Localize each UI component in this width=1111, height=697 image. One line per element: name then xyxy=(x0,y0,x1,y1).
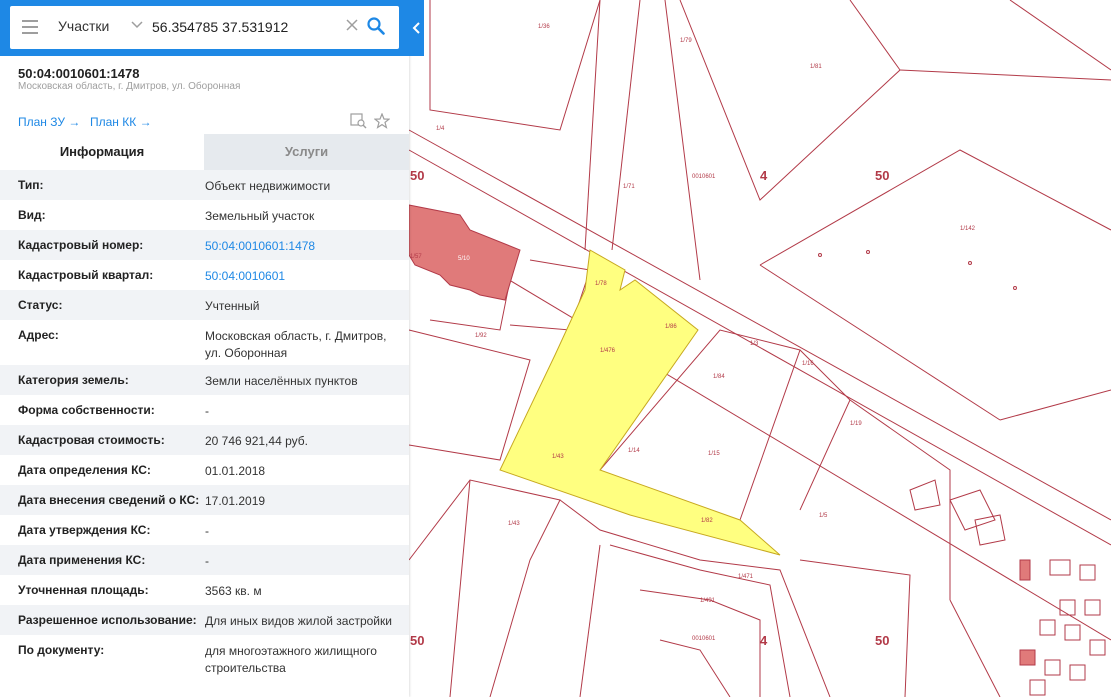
search-input[interactable] xyxy=(152,14,342,40)
building-label: 5/10 xyxy=(458,256,470,262)
cadastral-quarter-link[interactable]: 50:04:0010601 xyxy=(205,268,400,285)
close-icon[interactable] xyxy=(346,19,358,31)
svg-text:1/19: 1/19 xyxy=(850,421,862,427)
svg-text:1/14: 1/14 xyxy=(628,448,640,454)
svg-text:1/79: 1/79 xyxy=(680,38,692,44)
table-row: Уточненная площадь: 3563 кв. м xyxy=(0,575,409,605)
svg-text:1/476: 1/476 xyxy=(600,348,616,354)
zone-label: 50 xyxy=(410,168,424,183)
table-row: Статус: Учтенный xyxy=(0,290,409,320)
svg-text:1/43: 1/43 xyxy=(508,521,520,527)
zone-label: 50 xyxy=(410,633,424,648)
svg-text:1/57: 1/57 xyxy=(410,254,422,260)
svg-text:1/92: 1/92 xyxy=(475,333,487,339)
tab-services[interactable]: Услуги xyxy=(204,134,409,170)
collapse-panel-button[interactable] xyxy=(409,0,424,56)
zone-label: 4 xyxy=(760,633,768,648)
table-row: Разрешенное использование: Для иных видов… xyxy=(0,605,409,635)
object-address: Московская область, г. Дмитров, ул. Обор… xyxy=(18,81,241,92)
svg-text:1/142: 1/142 xyxy=(960,226,976,232)
zoom-to-object-icon[interactable] xyxy=(350,113,368,129)
zone-label: 4 xyxy=(760,168,768,183)
svg-text:1/36: 1/36 xyxy=(538,24,550,30)
svg-text:1/16: 1/16 xyxy=(802,361,814,367)
quarter-label: 0010601 xyxy=(692,636,716,642)
svg-text:1/4: 1/4 xyxy=(436,126,445,132)
svg-text:1/71: 1/71 xyxy=(623,184,635,190)
svg-text:1/15: 1/15 xyxy=(708,451,720,457)
svg-text:1/471: 1/471 xyxy=(738,574,754,580)
table-row: Вид: Земельный участок xyxy=(0,200,409,230)
svg-text:1/43: 1/43 xyxy=(552,454,564,460)
chevron-down-icon[interactable] xyxy=(131,21,143,29)
tab-information[interactable]: Информация xyxy=(0,134,204,170)
zone-label: 50 xyxy=(875,633,889,648)
table-row: Кадастровый номер: 50:04:0010601:1478 xyxy=(0,230,409,260)
plan-kk-link[interactable]: План КК → xyxy=(90,115,152,129)
category-select[interactable]: Участки xyxy=(58,18,109,34)
svg-text:1/86: 1/86 xyxy=(665,324,677,330)
svg-text:1/491: 1/491 xyxy=(700,598,716,604)
chevron-left-icon xyxy=(412,22,420,34)
svg-text:1/82: 1/82 xyxy=(701,518,713,524)
table-row: Дата утверждения КС: - xyxy=(0,515,409,545)
table-row: Дата применения КС: - xyxy=(0,545,409,575)
table-row: Тип: Объект недвижимости xyxy=(0,170,409,200)
svg-text:1/5: 1/5 xyxy=(819,513,828,519)
cadastral-number-title: 50:04:0010601:1478 xyxy=(18,66,140,81)
plan-zu-link[interactable]: План ЗУ → xyxy=(18,115,80,129)
info-table: Тип: Объект недвижимости Вид: Земельный уч… xyxy=(0,170,409,692)
cadastral-number-link[interactable]: 50:04:0010601:1478 xyxy=(205,238,400,255)
table-row: Дата внесения сведений о КС: 17.01.2019 xyxy=(0,485,409,515)
svg-text:1/81: 1/81 xyxy=(810,64,822,70)
menu-icon[interactable] xyxy=(22,20,38,34)
svg-text:1/3: 1/3 xyxy=(750,341,759,347)
table-row: Кадастровая стоимость: 20 746 921,44 руб. xyxy=(0,425,409,455)
search-icon[interactable] xyxy=(367,17,385,35)
info-panel: Участки 50:04:0010601:1478 Московская об… xyxy=(0,0,409,697)
zone-label: 50 xyxy=(875,168,889,183)
table-row: По документу: для многоэтажного жилищного… xyxy=(0,635,409,692)
table-row: Форма собственности: - xyxy=(0,395,409,425)
search-bar: Участки xyxy=(0,0,409,56)
search-box: Участки xyxy=(10,6,399,49)
tabs: Информация Услуги xyxy=(0,134,409,170)
svg-text:1/78: 1/78 xyxy=(595,281,607,287)
table-row: Адрес: Московская область, г. Дмитров, ул… xyxy=(0,320,409,365)
table-row: Категория земель: Земли населённых пункто… xyxy=(0,365,409,395)
svg-text:1/84: 1/84 xyxy=(713,374,725,380)
quarter-label: 0010601 xyxy=(692,174,716,180)
star-icon[interactable] xyxy=(374,113,390,129)
table-row: Кадастровый квартал: 50:04:0010601 xyxy=(0,260,409,290)
table-row: Дата определения КС: 01.01.2018 xyxy=(0,455,409,485)
